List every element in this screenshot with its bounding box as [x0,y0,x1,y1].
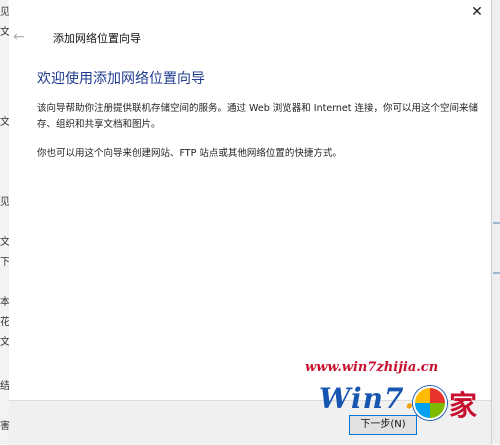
watermark-url: www.win7zhijia.cn [305,360,439,375]
description-paragraph-1: 该向导帮助你注册提供联机存储空间的服务。通过 Web 浏览器和 Internet… [37,103,479,130]
next-button[interactable]: 下一步(N) [349,415,417,435]
background-text: 文 [0,237,9,248]
background-text: 下 [0,257,9,268]
background-text: 文 [0,337,9,348]
background-decor [493,222,500,224]
close-button[interactable]: ✕ [467,2,487,22]
watermark-logo-text: Win7 [319,382,405,415]
background-window-strip-right [491,0,500,444]
background-text: 文 [0,27,9,38]
window-title: 添加网络位置向导 [53,32,141,45]
background-text: 花 [0,317,9,328]
background-text: 见 [0,197,9,208]
background-text: 害 [0,421,9,432]
background-text: 结 [0,381,9,392]
back-button[interactable]: ← [13,28,27,46]
background-decor [493,272,500,274]
background-text: 见 [0,7,9,18]
description-paragraph-2: 你也可以用这个向导来创建网站、FTP 站点或其他网络位置的快捷方式。 [37,148,342,159]
background-text: 本 [0,297,9,308]
page-title: 欢迎使用添加网络位置向导 [37,71,205,87]
wizard-window: ✕ ← 添加网络位置向导 欢迎使用添加网络位置向导 该向导帮助你注册提供联机存储… [9,0,491,445]
watermark-logo: Win7. [319,382,415,415]
watermark-jia: 家 [449,389,478,422]
windows-flag-icon [413,386,447,420]
back-arrow-icon: ← [13,29,25,45]
background-text: 文 [0,117,9,128]
close-icon: ✕ [471,4,483,20]
